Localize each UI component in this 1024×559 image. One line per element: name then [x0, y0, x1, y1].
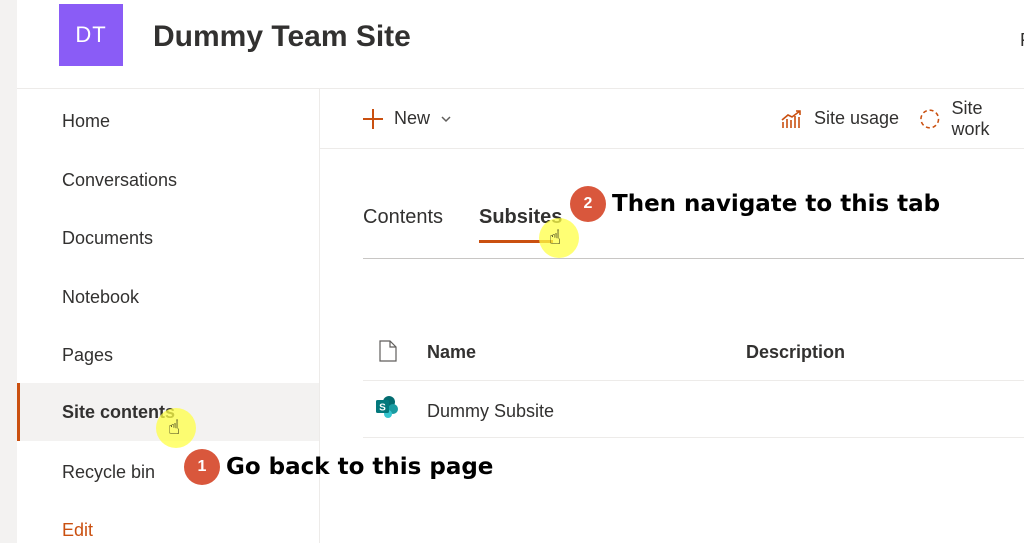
callout-badge: 2 — [570, 186, 606, 222]
site-usage-button[interactable]: Site usage — [780, 89, 899, 148]
document-icon — [379, 340, 397, 362]
table-header: Name Description — [363, 322, 1024, 381]
nav-item-label: Home — [62, 111, 110, 132]
site-logo[interactable]: DT — [59, 4, 123, 66]
nav-item-documents[interactable]: Documents — [17, 209, 319, 267]
svg-text:S: S — [379, 403, 386, 414]
nav-item-label: Recycle bin — [62, 462, 155, 483]
site-usage-label: Site usage — [814, 108, 899, 129]
table-row[interactable]: S Dummy Subsite — [363, 381, 1024, 438]
hand-cursor-icon: ☝ — [549, 228, 561, 248]
site-workflows-button[interactable]: Site work — [918, 89, 1024, 148]
nav-item-home[interactable]: Home — [17, 92, 319, 150]
callout-text: Go back to this page — [226, 454, 493, 480]
site-logo-initials: DT — [75, 22, 106, 48]
workflow-icon — [918, 107, 942, 131]
chevron-down-icon — [440, 113, 452, 125]
nav-item-label: Pages — [62, 345, 113, 366]
new-button[interactable]: New — [362, 89, 452, 148]
callout-go-back: 1 Go back to this page — [184, 449, 493, 485]
subsite-name-link[interactable]: Dummy Subsite — [427, 401, 554, 422]
nav-item-label: Edit — [62, 520, 93, 541]
nav-item-label: Conversations — [62, 170, 177, 191]
nav-item-pages[interactable]: Pages — [17, 326, 319, 384]
site-header: DT Dummy Team Site F — [17, 0, 1024, 89]
left-edge-strip — [0, 0, 17, 543]
callout-text: Then navigate to this tab — [612, 191, 940, 217]
command-bar: New Site usage Site work — [320, 89, 1024, 149]
site-title[interactable]: Dummy Team Site — [153, 20, 411, 54]
site-workflows-label: Site work — [952, 98, 1024, 140]
nav-item-notebook[interactable]: Notebook — [17, 268, 319, 326]
sharepoint-icon: S — [375, 395, 399, 419]
callout-badge: 1 — [184, 449, 220, 485]
tab-contents[interactable]: Contents — [363, 206, 443, 229]
column-header-description[interactable]: Description — [746, 342, 845, 363]
nav-item-label: Notebook — [62, 287, 139, 308]
plus-icon — [362, 108, 384, 130]
column-header-name[interactable]: Name — [427, 342, 476, 363]
header-right-text: F — [1020, 30, 1024, 51]
hand-cursor-icon: ☝ — [168, 418, 180, 438]
new-button-label: New — [394, 108, 430, 129]
nav-item-label: Documents — [62, 228, 153, 249]
chart-icon — [780, 108, 804, 130]
callout-navigate-tab: 2 Then navigate to this tab — [570, 186, 940, 222]
nav-item-edit[interactable]: Edit — [17, 501, 319, 559]
nav-item-conversations[interactable]: Conversations — [17, 151, 319, 209]
